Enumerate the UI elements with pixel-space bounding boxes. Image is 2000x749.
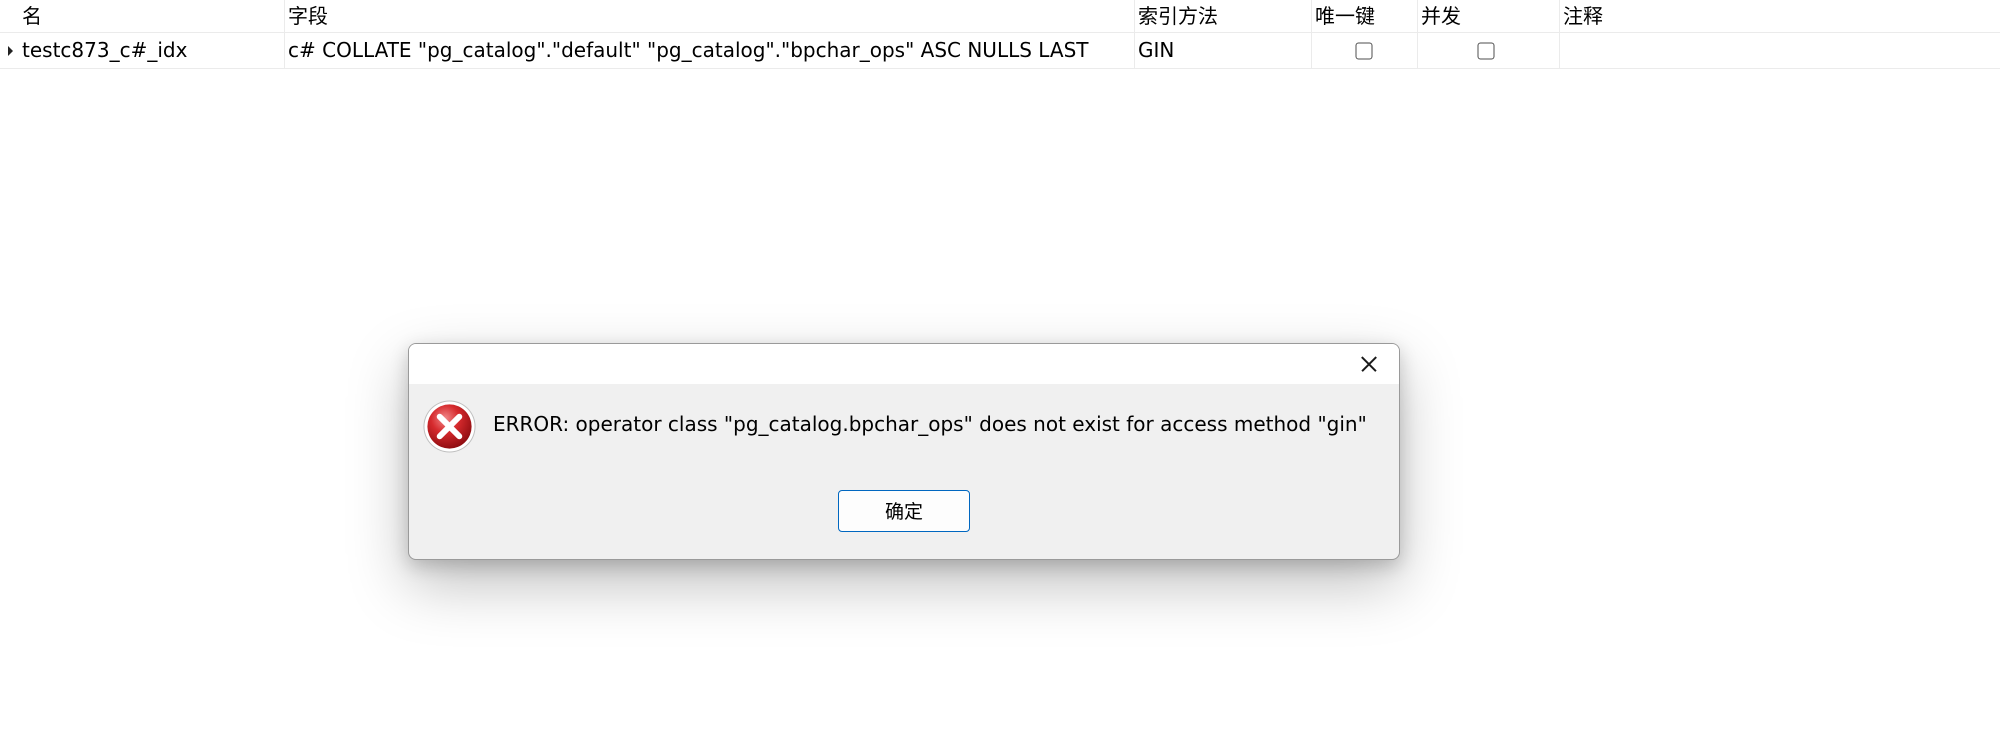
close-icon[interactable] [1349,348,1389,380]
error-message: ERROR: operator class "pg_catalog.bpchar… [493,412,1367,436]
column-header-name[interactable]: 名 [0,0,285,32]
concurrent-checkbox[interactable] [1477,42,1495,59]
column-header-concurrent[interactable]: 并发 [1418,0,1560,32]
column-header-fields[interactable]: 字段 [285,0,1135,32]
index-name-cell[interactable]: testc873_c#_idx [0,33,285,68]
concurrent-cell [1418,33,1560,68]
grid-header-row: 名 字段 索引方法 唯一键 并发 注释 [0,0,2000,32]
unique-cell [1312,33,1418,68]
unique-checkbox[interactable] [1355,42,1373,59]
index-comment-cell[interactable] [1560,33,2000,68]
ok-button[interactable]: 确定 [838,490,970,532]
index-grid: 名 字段 索引方法 唯一键 并发 注释 testc873_c#_idx c# C… [0,0,2000,69]
column-header-comment[interactable]: 注释 [1560,0,2000,32]
column-header-unique[interactable]: 唯一键 [1312,0,1418,32]
table-row[interactable]: testc873_c#_idx c# COLLATE "pg_catalog".… [0,32,2000,69]
index-fields-cell[interactable]: c# COLLATE "pg_catalog"."default" "pg_ca… [285,33,1135,68]
error-icon [423,400,476,453]
index-method-cell[interactable]: GIN [1135,33,1312,68]
error-dialog: ERROR: operator class "pg_catalog.bpchar… [408,343,1400,560]
dialog-titlebar [409,344,1399,384]
column-header-index-method[interactable]: 索引方法 [1135,0,1312,32]
